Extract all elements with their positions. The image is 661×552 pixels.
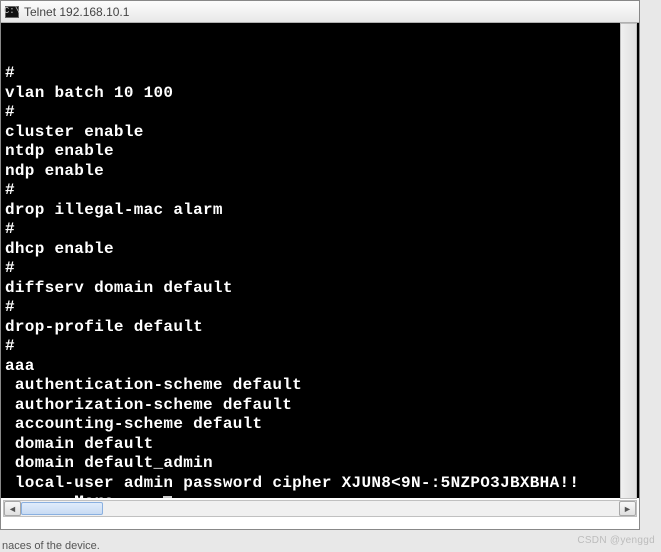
terminal-line: authorization-scheme default bbox=[5, 396, 635, 416]
vertical-scrollbar[interactable] bbox=[620, 23, 637, 499]
scroll-right-button[interactable]: ► bbox=[619, 501, 636, 516]
more-prompt: ---- More ---- bbox=[5, 493, 163, 498]
scroll-left-button[interactable]: ◄ bbox=[4, 501, 21, 516]
terminal-line: domain default_admin bbox=[5, 454, 635, 474]
horizontal-scrollbar[interactable]: ◄ ► bbox=[3, 500, 637, 517]
terminal-line: aaa bbox=[5, 357, 635, 377]
terminal-line: authentication-scheme default bbox=[5, 376, 635, 396]
scrollbar-thumb[interactable] bbox=[21, 502, 103, 515]
window-title: Telnet 192.168.10.1 bbox=[24, 5, 129, 19]
scrollbar-track[interactable] bbox=[21, 501, 619, 516]
terminal-line: drop-profile default bbox=[5, 318, 635, 338]
terminal-line: vlan batch 10 100 bbox=[5, 84, 635, 104]
terminal-line: # bbox=[5, 298, 635, 318]
terminal-line: local-user admin password cipher XJUN8<9… bbox=[5, 474, 635, 494]
telnet-window: C:\ Telnet 192.168.10.1 #vlan batch 10 1… bbox=[0, 0, 640, 530]
terminal-line: cluster enable bbox=[5, 123, 635, 143]
terminal-output[interactable]: #vlan batch 10 100#cluster enablentdp en… bbox=[1, 23, 639, 498]
terminal-line: diffserv domain default bbox=[5, 279, 635, 299]
terminal-line: # bbox=[5, 181, 635, 201]
terminal-line: domain default bbox=[5, 435, 635, 455]
watermark: CSDN @yenggd bbox=[577, 535, 655, 546]
terminal-line: accounting-scheme default bbox=[5, 415, 635, 435]
terminal-line: dhcp enable bbox=[5, 240, 635, 260]
terminal-line: ndp enable bbox=[5, 162, 635, 182]
terminal-line: # bbox=[5, 103, 635, 123]
terminal-line: ntdp enable bbox=[5, 142, 635, 162]
terminal-line: # bbox=[5, 259, 635, 279]
terminal-line: # bbox=[5, 337, 635, 357]
terminal-line: # bbox=[5, 64, 635, 84]
terminal-line: drop illegal-mac alarm bbox=[5, 201, 635, 221]
title-bar[interactable]: C:\ Telnet 192.168.10.1 bbox=[1, 1, 639, 23]
terminal-cursor bbox=[163, 496, 172, 498]
terminal-line: # bbox=[5, 220, 635, 240]
cmd-icon: C:\ bbox=[5, 6, 19, 18]
partial-text: naces of the device. bbox=[2, 540, 100, 552]
